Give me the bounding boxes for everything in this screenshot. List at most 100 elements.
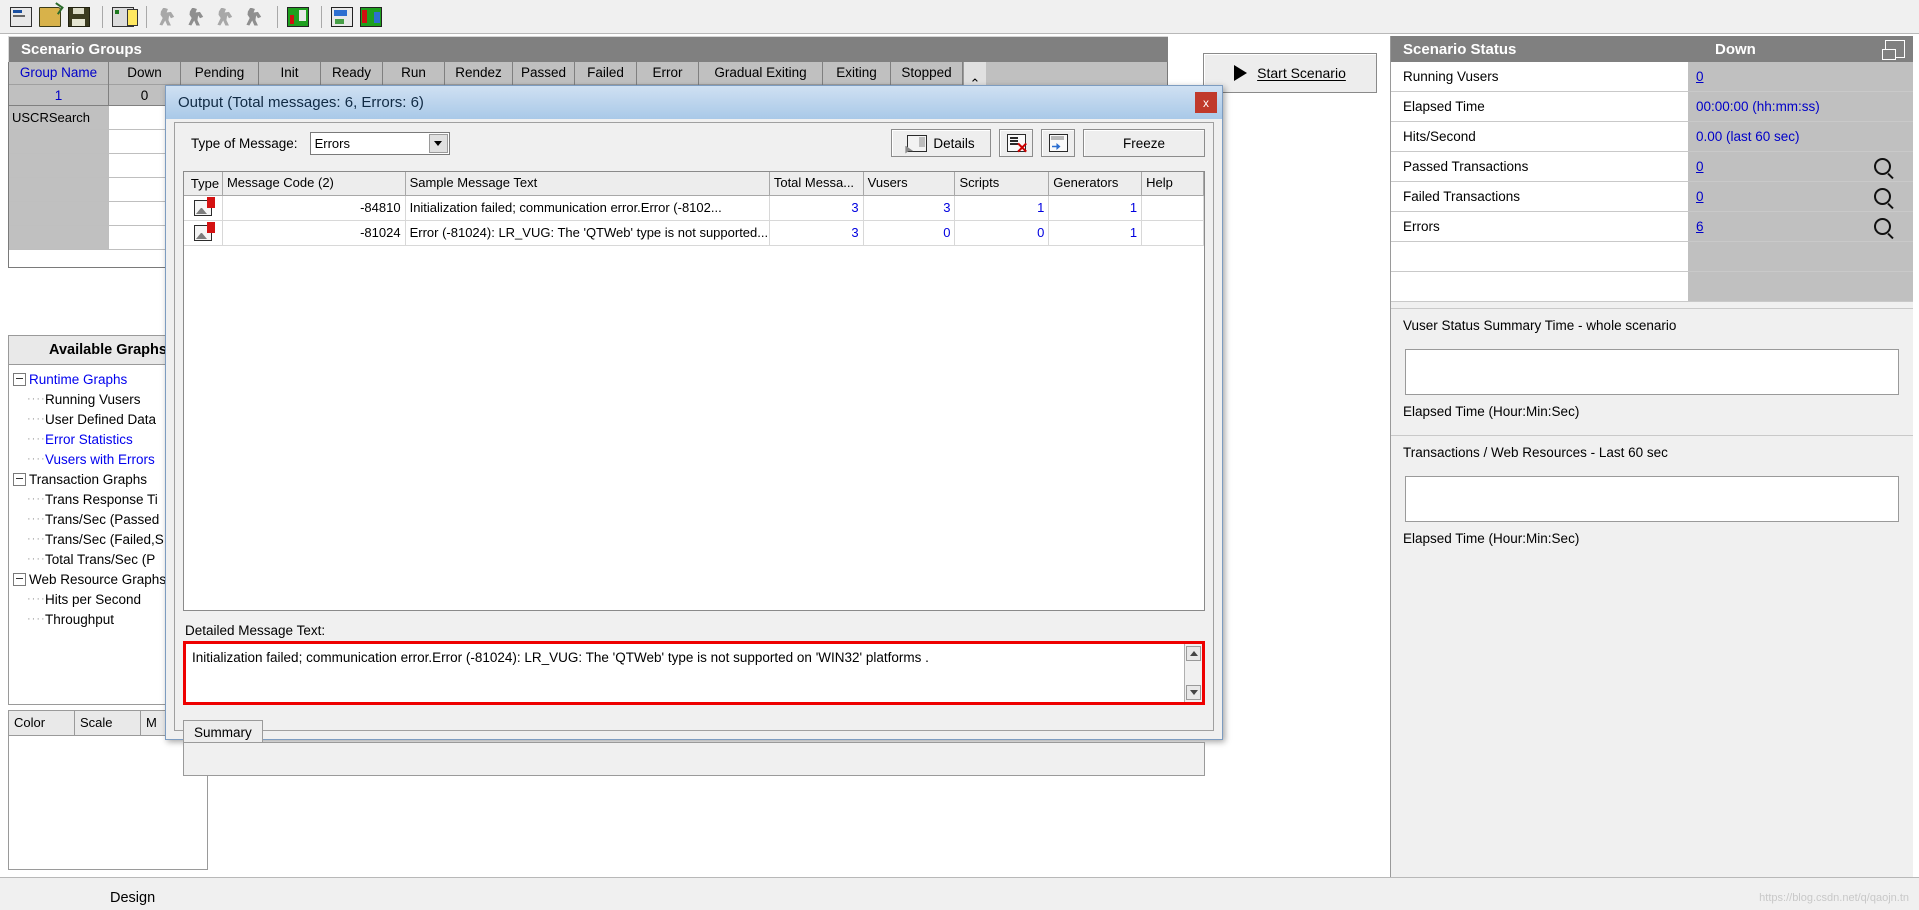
messages-table-body[interactable]: ! -84810 Initialization failed; communicat… [184, 196, 1204, 246]
scenario-groups-title: Scenario Groups [8, 36, 1168, 62]
tree-connector-icon: ···· [27, 593, 46, 605]
messages-col-header[interactable]: Vusers [864, 172, 956, 195]
tab-strip-filler [262, 721, 1205, 744]
search-icon[interactable] [1874, 188, 1891, 205]
scenario-status-title: Scenario Status [1403, 40, 1517, 58]
messages-table-header: Type Message Code (2) Sample Message Text T… [184, 172, 1204, 196]
run-vuser-icon-2[interactable] [183, 4, 209, 30]
status-row-value-cell: 0 [1688, 152, 1913, 181]
message-type-cell: ! [184, 221, 223, 245]
restore-window-icon[interactable] [1882, 40, 1905, 60]
tree-connector-icon: ···· [27, 453, 46, 465]
status-row-value[interactable]: 0 [1696, 152, 1704, 181]
collapse-icon[interactable] [13, 572, 26, 586]
scenario-groups-col-label: Ready [321, 62, 382, 85]
clear-messages-icon [1006, 134, 1028, 157]
legend-col-header[interactable]: Color [9, 711, 75, 735]
collapse-icon[interactable] [13, 472, 26, 486]
status-row-value[interactable]: 0 [1696, 182, 1704, 211]
error-message-icon: ! [193, 197, 215, 216]
status-graph-title: Transactions / Web Resources - Last 60 s… [1391, 435, 1913, 470]
detailed-message-text[interactable]: Initialization failed; communication err… [186, 644, 1184, 702]
graph-view-icon-2[interactable] [329, 4, 355, 30]
open-folder-icon[interactable] [37, 4, 63, 30]
tree-connector-icon: ···· [27, 533, 46, 545]
scroll-up-icon[interactable] [1186, 646, 1201, 661]
freeze-button[interactable]: Freeze [1083, 129, 1205, 157]
collapse-icon[interactable] [13, 372, 26, 386]
scenario-schedule-icon[interactable] [110, 4, 138, 30]
messages-col-header[interactable]: Total Messa... [770, 172, 864, 195]
detail-scrollbar[interactable] [1184, 644, 1202, 702]
scenario-status-title-bar: Scenario Status Down [1391, 36, 1913, 62]
scenario-groups-col-header[interactable]: Group Name 1 [9, 62, 109, 106]
status-row-empty [1391, 242, 1913, 272]
type-of-message-value: Errors [314, 135, 350, 151]
status-row-value[interactable]: 6 [1696, 212, 1704, 241]
tree-item-label: User Defined Data [45, 411, 157, 427]
status-row-label: Failed Transactions [1391, 182, 1688, 211]
table-row[interactable]: ! -81024 Error (-81024): LR_VUG: The 'QTWe… [184, 221, 1204, 246]
scenario-groups-col-label: Rendez [445, 62, 512, 85]
run-vuser-icon-4[interactable] [241, 4, 267, 30]
tree-item-label: Total Trans/Sec (P [45, 551, 156, 567]
scenario-groups-cell [9, 226, 109, 250]
total-messages-cell: 3 [770, 221, 864, 245]
graph-view-icon-1[interactable] [285, 4, 311, 30]
status-row-value[interactable]: 0 [1696, 62, 1704, 91]
sample-message-cell: Error (-81024): LR_VUG: The 'QTWeb' type… [406, 221, 770, 245]
close-icon[interactable]: x [1195, 92, 1217, 113]
scenario-groups-cell [9, 154, 109, 178]
design-label[interactable]: Design [110, 890, 155, 906]
tree-connector-icon: ···· [27, 513, 46, 525]
search-icon[interactable] [1874, 158, 1891, 175]
scenario-status-sections: Vuser Status Summary Time - whole scenar… [1391, 308, 1913, 556]
type-of-message-select[interactable]: Errors [309, 131, 450, 155]
help-cell [1142, 196, 1204, 220]
scenario-groups-col-label: Group Name [9, 62, 108, 85]
clear-messages-button[interactable] [999, 129, 1033, 157]
export-messages-button[interactable] [1041, 129, 1075, 157]
status-row-label: Running Vusers [1391, 62, 1688, 91]
scripts-cell: 0 [955, 221, 1050, 245]
new-scenario-icon[interactable] [8, 4, 34, 30]
tree-item-label: Error Statistics [45, 431, 133, 447]
messages-col-header[interactable]: Generators [1049, 172, 1143, 195]
scenario-groups-col-label: Failed [575, 62, 636, 85]
status-row-label: Elapsed Time [1391, 92, 1688, 121]
status-row: Passed Transactions 0 [1391, 152, 1913, 182]
run-vuser-icon-1[interactable] [154, 4, 180, 30]
graph-view-icon-3[interactable] [358, 4, 384, 30]
messages-col-header[interactable]: Scripts [955, 172, 1050, 195]
generators-cell: 1 [1049, 221, 1143, 245]
scroll-down-icon[interactable] [1186, 685, 1201, 700]
save-icon[interactable] [66, 4, 92, 30]
messages-col-header[interactable]: Message Code (2) [223, 172, 406, 195]
message-type-cell: ! [184, 196, 223, 220]
messages-col-header[interactable]: Help [1142, 172, 1204, 195]
tree-connector-icon: ···· [27, 493, 46, 505]
legend-col-header[interactable]: Scale [75, 711, 141, 735]
status-row-value-cell: 0.00 (last 60 sec) [1688, 122, 1913, 151]
status-row-value-cell: 0 [1688, 182, 1913, 211]
status-graph-plot [1405, 349, 1899, 395]
run-vuser-icon-3[interactable] [212, 4, 238, 30]
table-row[interactable]: ! -84810 Initialization failed; communicat… [184, 196, 1204, 221]
details-icon [907, 134, 928, 152]
status-graph-section: Transactions / Web Resources - Last 60 s… [1391, 435, 1913, 556]
search-icon[interactable] [1874, 218, 1891, 235]
messages-col-header[interactable]: Sample Message Text [406, 172, 770, 195]
messages-col-header[interactable]: Type [184, 172, 223, 195]
scenario-groups-col-label: Stopped [891, 62, 962, 85]
help-cell [1142, 221, 1204, 245]
output-dialog-title: Output (Total messages: 6, Errors: 6) [178, 94, 424, 111]
start-scenario-button[interactable]: Start Scenario [1203, 53, 1377, 93]
scenario-groups-col-label: Pending [181, 62, 258, 85]
details-button[interactable]: Details [891, 129, 991, 157]
tree-item-label: Trans/Sec (Failed,S [45, 531, 164, 547]
tab-summary[interactable]: Summary [183, 720, 263, 744]
chevron-down-icon[interactable] [428, 133, 448, 153]
tree-item-label: Web Resource Graphs [29, 571, 167, 587]
toolbar-divider-3 [277, 5, 278, 28]
scenario-groups-cell [9, 202, 109, 226]
